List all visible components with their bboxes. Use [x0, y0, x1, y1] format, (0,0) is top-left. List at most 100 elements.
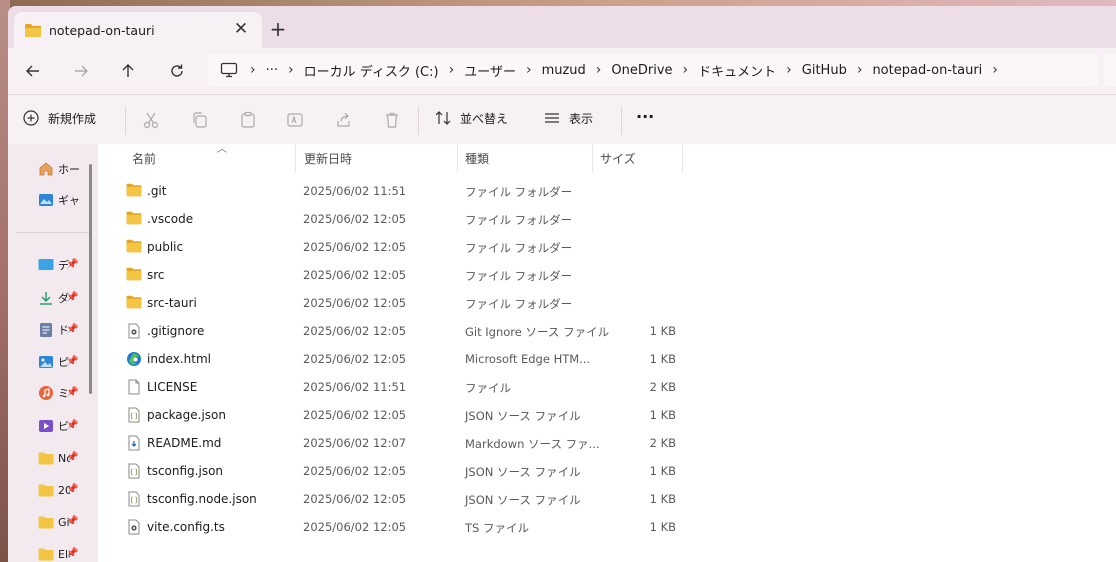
- file-row[interactable]: .vscode 2025/06/02 12:05 ファイル フォルダー: [114, 205, 686, 233]
- chevron-right-icon: ›: [288, 62, 294, 78]
- file-row[interactable]: .git 2025/06/02 11:51 ファイル フォルダー: [114, 177, 686, 205]
- share-button[interactable]: [334, 110, 354, 130]
- sidebar-item-folder[interactable]: Electron 📌: [38, 543, 98, 562]
- command-bar: 新規作成 並べ替え 表示 ···: [8, 94, 1116, 144]
- rename-button[interactable]: [285, 110, 305, 130]
- file-size: 1 KB: [649, 520, 676, 534]
- copy-button[interactable]: [190, 110, 210, 130]
- forward-button[interactable]: [68, 58, 94, 84]
- file-date: 2025/06/02 12:05: [303, 324, 407, 338]
- breadcrumb-users[interactable]: ユーザー: [464, 61, 516, 80]
- sort-button[interactable]: 並べ替え: [434, 109, 508, 127]
- music-icon: [39, 386, 53, 400]
- file-row[interactable]: package.json 2025/06/02 12:05 JSON ソース ファイ…: [114, 401, 686, 429]
- tab-notepad-on-tauri[interactable]: notepad-on-tauri ✕: [14, 12, 262, 48]
- more-options-button[interactable]: ···: [636, 107, 654, 126]
- file-size: 2 KB: [649, 436, 676, 450]
- file-date: 2025/06/02 12:05: [303, 520, 407, 534]
- file-list: 名前 ︿ 更新日時 種類 サイズ .git 2025/06/02 11:51 ファイ…: [98, 144, 1116, 562]
- file-row[interactable]: tsconfig.node.json 2025/06/02 12:05 JSON ソ…: [114, 485, 686, 513]
- file-row[interactable]: .gitignore 2025/06/02 12:05 Git Ignore ソース…: [114, 317, 686, 345]
- column-header-type[interactable]: 種類: [458, 144, 593, 172]
- file-name: package.json: [147, 408, 227, 422]
- file-date: 2025/06/02 12:05: [303, 408, 407, 422]
- file-row[interactable]: vite.config.ts 2025/06/02 12:05 TS ファイル 1 K…: [114, 513, 686, 541]
- file-name: README.md: [147, 436, 222, 450]
- sidebar-scrollbar[interactable]: [89, 164, 92, 394]
- breadcrumb-documents[interactable]: ドキュメント: [698, 61, 776, 80]
- new-button[interactable]: 新規作成: [22, 109, 96, 127]
- breadcrumb-notepad-on-tauri[interactable]: notepad-on-tauri: [872, 63, 982, 78]
- chevron-right-icon: ›: [786, 62, 792, 78]
- breadcrumb-onedrive[interactable]: OneDrive: [611, 63, 672, 78]
- file-date: 2025/06/02 12:05: [303, 492, 407, 506]
- paste-button[interactable]: [238, 110, 258, 130]
- sidebar-item-videos[interactable]: ビデオ 📌: [38, 415, 98, 437]
- file-date: 2025/06/02 12:05: [303, 240, 407, 254]
- divider: [16, 232, 92, 233]
- file-name: .gitignore: [147, 324, 205, 338]
- pin-icon: 📌: [66, 259, 79, 270]
- sort-icon: [435, 111, 451, 125]
- address-bar[interactable]: › ··· › ローカル ディスク (C:) › ユーザー › muzud › …: [208, 54, 1098, 86]
- close-tab-button[interactable]: ✕: [230, 18, 252, 40]
- folder-icon: [38, 484, 54, 496]
- file-row[interactable]: index.html 2025/06/02 12:05 Microsoft Edge…: [114, 345, 686, 373]
- column-header-name[interactable]: 名前 ︿: [114, 144, 296, 172]
- up-button[interactable]: [115, 58, 141, 84]
- sidebar-item-folder[interactable]: GitHub 📌: [38, 511, 98, 533]
- chevron-right-icon: ›: [682, 62, 689, 78]
- file-type: TS ファイル: [465, 521, 529, 535]
- folder-icon: [126, 267, 142, 283]
- file-date: 2025/06/02 12:05: [303, 212, 407, 226]
- pin-icon: 📌: [66, 356, 79, 367]
- rename-icon: [287, 113, 303, 127]
- delete-button[interactable]: [382, 110, 402, 130]
- file-size: 1 KB: [649, 408, 676, 422]
- column-header-label: 種類: [465, 151, 490, 166]
- video-icon: [39, 420, 53, 432]
- divider: [125, 107, 126, 135]
- column-header-size[interactable]: サイズ: [593, 144, 683, 172]
- cut-button[interactable]: [141, 110, 161, 130]
- breadcrumb-github[interactable]: GitHub: [802, 63, 847, 78]
- breadcrumb-muzud[interactable]: muzud: [542, 63, 586, 78]
- file-name: .vscode: [147, 212, 194, 226]
- json-file-icon: [126, 491, 142, 507]
- file-row[interactable]: public 2025/06/02 12:05 ファイル フォルダー: [114, 233, 686, 261]
- file-date: 2025/06/02 12:05: [303, 268, 407, 282]
- file-size: 1 KB: [649, 492, 676, 506]
- file-date: 2025/06/02 11:51: [303, 184, 407, 198]
- gallery-icon: [39, 194, 53, 206]
- column-header-date[interactable]: 更新日時: [296, 144, 458, 172]
- file-size: 2 KB: [649, 380, 676, 394]
- file-row[interactable]: LICENSE 2025/06/02 11:51 ファイル 2 KB: [114, 373, 686, 401]
- sidebar-item-folder[interactable]: 2025 📌: [38, 479, 98, 501]
- chevron-right-icon[interactable]: ›: [982, 62, 1008, 78]
- sidebar-item-folder[interactable]: NotePad 📌: [38, 447, 98, 469]
- back-button[interactable]: [20, 58, 46, 84]
- file-name: LICENSE: [147, 380, 198, 394]
- file-row[interactable]: src-tauri 2025/06/02 12:05 ファイル フォルダー: [114, 289, 686, 317]
- file-row[interactable]: README.md 2025/06/02 12:07 Markdown ソース ファ…: [114, 429, 686, 457]
- folder-icon: [38, 548, 54, 560]
- file-type: JSON ソース ファイル: [465, 465, 581, 479]
- file-row[interactable]: tsconfig.json 2025/06/02 12:05 JSON ソース ファ…: [114, 457, 686, 485]
- new-button-label: 新規作成: [48, 111, 97, 126]
- file-name: index.html: [147, 352, 211, 366]
- breadcrumb-overflow[interactable]: ···: [266, 63, 278, 78]
- sort-ascending-icon: ︿: [217, 144, 227, 155]
- new-tab-button[interactable]: +: [266, 18, 290, 42]
- arrow-up-icon: [122, 64, 134, 77]
- breadcrumb-local-disk[interactable]: ローカル ディスク (C:): [304, 61, 439, 80]
- file-type: Markdown ソース ファ...: [465, 437, 600, 451]
- chevron-right-icon: ›: [856, 62, 863, 78]
- refresh-button[interactable]: [164, 58, 190, 84]
- document-icon: [40, 323, 52, 337]
- tab-title: notepad-on-tauri: [49, 23, 155, 38]
- search-box-edge[interactable]: [1104, 54, 1116, 86]
- chevron-right-icon: ›: [250, 62, 256, 78]
- divider: [418, 107, 419, 135]
- view-button[interactable]: 表示: [543, 109, 593, 127]
- file-row[interactable]: src 2025/06/02 12:05 ファイル フォルダー: [114, 261, 686, 289]
